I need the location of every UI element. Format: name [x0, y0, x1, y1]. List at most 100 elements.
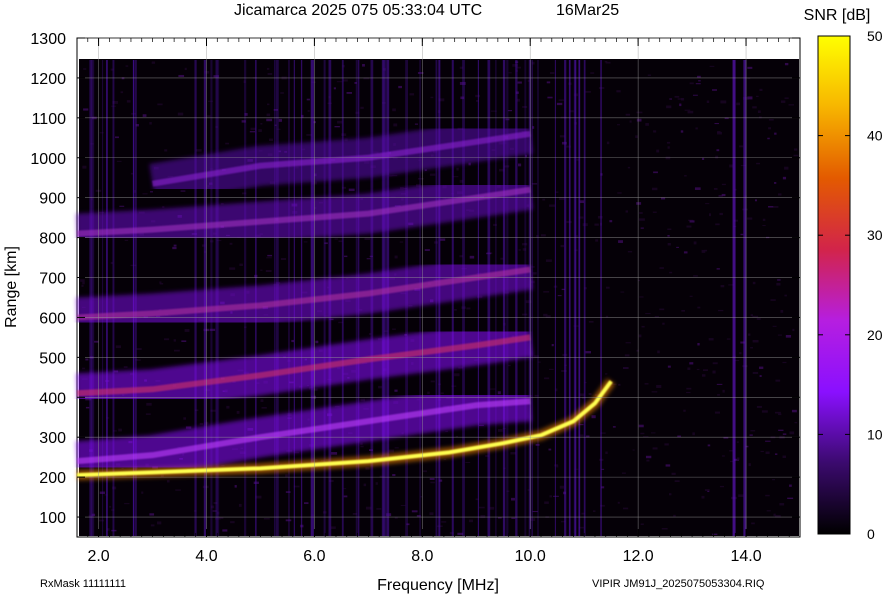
noise-speck: [697, 306, 701, 309]
noise-speck: [226, 405, 230, 409]
noise-speck: [721, 193, 726, 197]
noise-speck: [792, 328, 795, 332]
noise-speck: [468, 519, 473, 523]
noise-speck: [679, 103, 682, 107]
noise-speck: [167, 480, 170, 483]
interference-line: [583, 60, 586, 536]
noise-speck: [762, 225, 766, 227]
noise-speck: [766, 510, 771, 512]
noise-speck: [348, 188, 355, 192]
noise-speck: [739, 145, 744, 148]
noise-speck: [680, 130, 684, 133]
noise-speck: [692, 432, 695, 436]
noise-speck: [174, 349, 180, 352]
y-tick-label: 600: [39, 310, 66, 327]
noise-speck: [620, 291, 625, 293]
noise-speck: [656, 149, 660, 153]
x-tick-label: 14.0: [730, 548, 761, 565]
noise-speck: [784, 166, 789, 170]
interference-line: [573, 60, 577, 536]
noise-speck: [422, 470, 427, 473]
noise-speck: [306, 98, 310, 101]
noise-speck: [686, 387, 692, 390]
noise-speck: [636, 202, 642, 205]
noise-speck: [772, 479, 776, 481]
noise-speck: [183, 417, 187, 420]
noise-speck: [440, 238, 446, 241]
noise-speck: [712, 362, 718, 365]
noise-speck: [720, 285, 725, 288]
noise-speck: [109, 505, 112, 508]
noise-speck: [616, 90, 621, 93]
noise-speck: [157, 521, 162, 525]
noise-speck: [765, 451, 770, 454]
noise-speck: [136, 348, 142, 351]
noise-speck: [748, 463, 751, 467]
noise-speck: [787, 497, 794, 500]
noise-speck: [511, 517, 516, 519]
noise-speck: [665, 464, 671, 467]
noise-speck: [774, 411, 781, 414]
noise-speck: [705, 203, 710, 205]
colorbar: [817, 35, 851, 535]
noise-speck: [752, 371, 759, 374]
interference-line: [568, 60, 571, 536]
noise-speck: [225, 142, 230, 145]
noise-speck: [507, 109, 513, 112]
noise-speck: [636, 118, 642, 122]
rx-mask-label: RxMask 11111111: [40, 578, 126, 590]
noise-speck: [687, 367, 691, 370]
noise-speck: [475, 94, 480, 98]
noise-speck: [772, 325, 777, 327]
noise-speck: [640, 227, 644, 229]
noise-speck: [750, 430, 756, 432]
noise-speck: [266, 118, 273, 122]
noise-speck: [591, 415, 596, 419]
noise-speck: [716, 149, 720, 152]
noise-speck: [689, 82, 694, 85]
noise-speck: [592, 510, 596, 512]
noise-speck: [330, 526, 336, 529]
noise-speck: [612, 426, 616, 428]
noise-speck: [722, 455, 725, 457]
noise-speck: [740, 233, 744, 236]
noise-speck: [712, 89, 717, 91]
noise-speck: [726, 338, 731, 340]
noise-speck: [697, 342, 700, 346]
noise-speck: [392, 108, 396, 112]
noise-speck: [414, 123, 418, 125]
noise-speck: [543, 291, 550, 293]
noise-speck: [544, 377, 550, 380]
noise-speck: [334, 238, 338, 240]
noise-speck: [752, 281, 756, 285]
noise-speck: [719, 212, 723, 216]
noise-speck: [774, 182, 777, 184]
noise-speck: [713, 188, 718, 190]
noise-speck: [360, 398, 366, 402]
noise-speck: [151, 61, 156, 64]
noise-speck: [697, 75, 701, 78]
noise-speck: [333, 87, 336, 90]
noise-speck: [717, 131, 721, 134]
noise-speck: [80, 279, 85, 282]
noise-speck: [159, 281, 162, 284]
noise-speck: [394, 255, 398, 259]
noise-speck: [551, 343, 554, 347]
y-tick-label: 900: [39, 191, 66, 208]
noise-speck: [175, 489, 181, 491]
noise-speck: [782, 433, 787, 435]
chart-title-right: 16Mar25: [556, 2, 619, 19]
noise-speck: [149, 122, 152, 125]
noise-speck: [666, 105, 672, 109]
noise-speck: [622, 507, 629, 510]
noise-speck: [417, 72, 424, 74]
noise-speck: [661, 528, 668, 530]
noise-speck: [683, 409, 686, 412]
noise-speck: [650, 432, 656, 434]
noise-speck: [588, 393, 592, 395]
noise-speck: [184, 67, 187, 71]
colorbar-tick-label: 40: [867, 128, 883, 144]
noise-speck: [793, 148, 798, 151]
y-tick-label: 1100: [32, 111, 67, 128]
noise-speck: [164, 149, 168, 152]
